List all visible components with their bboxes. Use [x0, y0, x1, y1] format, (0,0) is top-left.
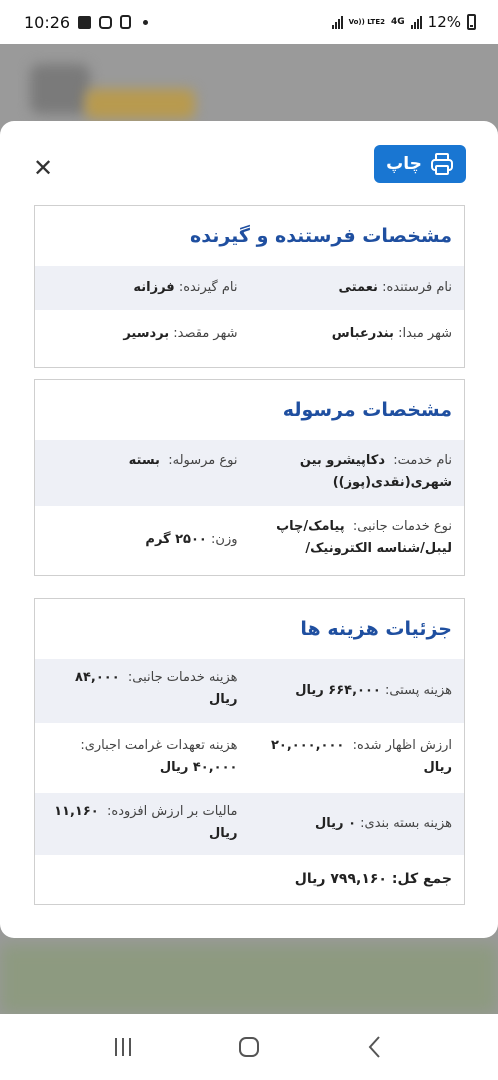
destination-value: بردسیر: [123, 326, 170, 341]
navigation-bar: [0, 1014, 498, 1080]
total-label: جمع کل:: [391, 871, 452, 887]
background-logo: [30, 64, 90, 114]
weight-cell: وزن: ۲۵۰۰ گرم: [35, 506, 250, 574]
alert-icon: [120, 15, 132, 29]
table-row: ارزش اظهار شده: ۲۰,۰۰۰,۰۰۰ ریال هزینه تع…: [35, 723, 464, 793]
compensation-fee-cell: هزینه تعهدات غرامت اجباری: ۴۰,۰۰۰ ریال: [35, 723, 250, 793]
parcel-card: مشخصات مرسوله نام خدمت: دکاپیشرو بین شهر…: [34, 379, 465, 576]
table-row: نام فرستنده: نعمتی نام گیرنده: فرزانه: [35, 266, 464, 310]
packaging-fee-cell: هزینه بسته بندی: ۰ ریال: [250, 793, 465, 855]
side-services-fee-label: هزینه خدمات جانبی:: [127, 670, 238, 685]
battery-icon: [467, 14, 476, 30]
receiver-label: نام گیرنده:: [178, 280, 238, 295]
print-label: چاپ: [386, 154, 422, 174]
background-footer: [0, 944, 498, 1014]
table-row: هزینه بسته بندی: ۰ ریال مالیات بر ارزش ا…: [35, 793, 464, 855]
origin-value: بندرعباس: [331, 326, 394, 341]
service-cell: نام خدمت: دکاپیشرو بین شهری(نقدی(پوز)): [250, 440, 465, 506]
background-banner: [85, 89, 195, 119]
signal-2-icon: [410, 15, 422, 29]
battery-percent: 12%: [427, 13, 461, 31]
receipt-modal: ✕ چاپ مشخصات فرستنده و گیرنده نام فرستند…: [0, 121, 498, 938]
total-row: جمع کل: ۷۹۹,۱۶۰ ریال: [35, 855, 464, 903]
origin-label: شهر مبدا:: [398, 326, 452, 341]
status-bar: 10:26 Vo)) LTE2 4G 12%: [0, 0, 498, 44]
close-button[interactable]: ✕: [32, 156, 54, 180]
more-notifications-icon: [143, 19, 149, 25]
packaging-fee-value: ۰ ریال: [315, 816, 357, 831]
recent-apps-button[interactable]: [108, 1032, 138, 1062]
destination-cell: شهر مقصد: بردسیر: [35, 310, 250, 358]
side-services-label: نوع خدمات جانبی:: [352, 519, 452, 534]
signal-icon: [331, 15, 343, 29]
receiver-cell: نام گیرنده: فرزانه: [35, 266, 250, 310]
print-button[interactable]: چاپ: [374, 145, 466, 183]
postal-fee-value: ۶۶۴,۰۰۰ ریال: [295, 683, 381, 698]
total-value: ۷۹۹,۱۶۰ ریال: [294, 871, 387, 887]
weight-label: وزن:: [211, 532, 238, 547]
parcel-type-cell: نوع مرسوله: بسته: [35, 440, 250, 506]
home-button[interactable]: [234, 1032, 264, 1062]
costs-card: جزئیات هزینه ها هزینه پستی: ۶۶۴,۰۰۰ ریال…: [34, 598, 465, 905]
weight-value: ۲۵۰۰ گرم: [145, 532, 207, 547]
vat-cell: مالیات بر ارزش افزوده: ۱۱,۱۶۰ ریال: [35, 793, 250, 855]
network-type: 4G: [391, 17, 405, 27]
receiver-value: فرزانه: [133, 280, 175, 295]
vat-label: مالیات بر ارزش افزوده:: [107, 804, 238, 819]
volte-icon: Vo)) LTE2: [348, 17, 385, 26]
costs-title: جزئیات هزینه ها: [300, 618, 452, 640]
postal-fee-cell: هزینه پستی: ۶۶۴,۰۰۰ ریال: [250, 659, 465, 723]
destination-label: شهر مقصد:: [173, 326, 238, 341]
status-time: 10:26: [24, 12, 71, 32]
recent-apps-icon: [115, 1038, 131, 1056]
instagram-icon: [99, 15, 113, 29]
sender-value: نعمتی: [338, 280, 378, 295]
origin-cell: شهر مبدا: بندرعباس: [250, 310, 465, 358]
parties-card: مشخصات فرستنده و گیرنده نام فرستنده: نعم…: [34, 205, 465, 368]
declared-value-cell: ارزش اظهار شده: ۲۰,۰۰۰,۰۰۰ ریال: [250, 723, 465, 793]
declared-value-label: ارزش اظهار شده:: [352, 738, 452, 753]
table-row: هزینه پستی: ۶۶۴,۰۰۰ ریال هزینه خدمات جان…: [35, 659, 464, 723]
sender-label: نام فرستنده:: [382, 280, 452, 295]
compensation-fee-label: هزینه تعهدات غرامت اجباری:: [80, 738, 238, 753]
table-row: نام خدمت: دکاپیشرو بین شهری(نقدی(پوز)) ن…: [35, 440, 464, 506]
parties-title: مشخصات فرستنده و گیرنده: [190, 225, 452, 247]
compensation-fee-value: ۴۰,۰۰۰ ریال: [159, 760, 238, 775]
service-label: نام خدمت:: [393, 453, 452, 468]
sender-cell: نام فرستنده: نعمتی: [250, 266, 465, 310]
back-icon: [368, 1036, 380, 1058]
side-services-fee-cell: هزینه خدمات جانبی: ۸۴,۰۰۰ ریال: [35, 659, 250, 723]
printer-icon: [430, 153, 453, 175]
side-services-cell: نوع خدمات جانبی: پیامک/چاپ لیبل/شناسه ال…: [250, 506, 465, 574]
table-row: نوع خدمات جانبی: پیامک/چاپ لیبل/شناسه ال…: [35, 506, 464, 574]
parcel-type-label: نوع مرسوله:: [168, 453, 238, 468]
postal-fee-label: هزینه پستی:: [384, 683, 452, 698]
gallery-icon: [78, 15, 92, 29]
packaging-fee-label: هزینه بسته بندی:: [360, 816, 452, 831]
home-icon: [239, 1037, 259, 1057]
parcel-title: مشخصات مرسوله: [282, 399, 452, 421]
table-row: شهر مبدا: بندرعباس شهر مقصد: بردسیر: [35, 310, 464, 358]
total-cell: جمع کل: ۷۹۹,۱۶۰ ریال: [35, 855, 464, 903]
back-button[interactable]: [360, 1032, 390, 1062]
parcel-type-value: بسته: [128, 453, 160, 468]
